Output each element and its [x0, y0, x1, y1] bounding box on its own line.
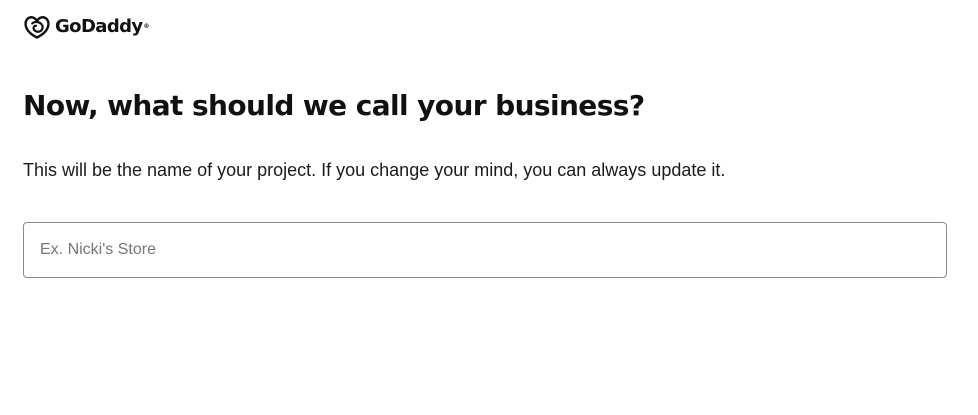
trademark-symbol: ® — [143, 23, 150, 30]
page-description: This will be the name of your project. I… — [23, 160, 726, 180]
business-name-input[interactable] — [23, 222, 947, 278]
page-title: Now, what should we call your business? — [23, 89, 645, 122]
brand-logo-link[interactable]: GoDaddy® — [23, 14, 150, 40]
page: GoDaddy® Now, what should we call your b… — [0, 0, 978, 415]
business-name-field-container — [23, 222, 947, 278]
brand-name: GoDaddy® — [55, 16, 150, 37]
godaddy-logo-icon — [24, 16, 50, 39]
